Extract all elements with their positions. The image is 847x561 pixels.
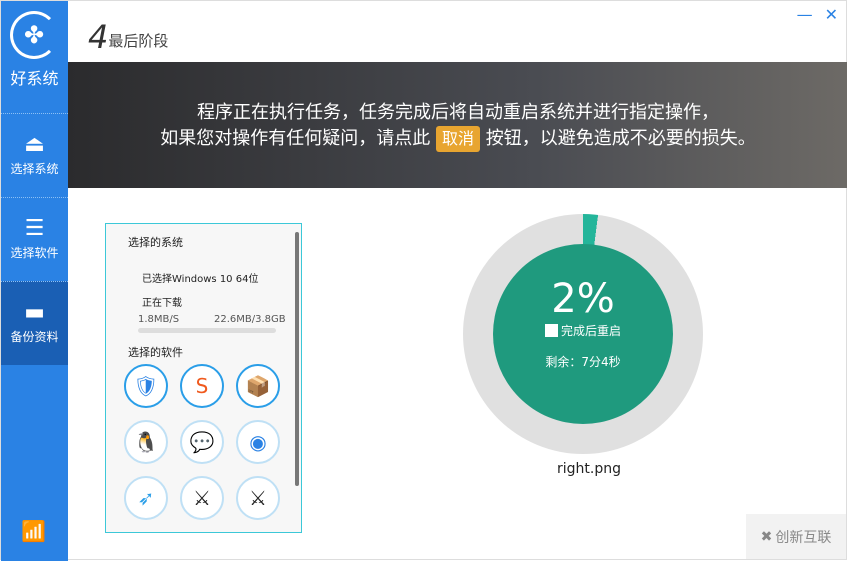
nav-label: 选择系统 (10, 162, 59, 176)
step-number: 4 (88, 18, 109, 56)
watermark: ✖ 创新互联 (746, 514, 846, 559)
wifi-icon[interactable]: 📶 (21, 519, 46, 543)
notice-line1: 程序正在执行任务，任务完成后将自动重启系统并进行指定操作， (197, 102, 719, 123)
checkbox-icon[interactable] (544, 324, 558, 337)
step-title: 最后阶段 (108, 32, 169, 50)
scrollbar[interactable] (295, 232, 299, 486)
qq-app-icon: 🐧 (124, 420, 168, 464)
restart-checkbox[interactable]: 完成后重启 (493, 322, 673, 339)
notice-banner: 程序正在执行任务，任务完成后将自动重启系统并进行指定操作， 如果您对操作有任何疑… (68, 62, 847, 188)
download-size: 22.6MB/3.8GB (214, 314, 286, 325)
watermark-logo-icon: ✖ (760, 528, 773, 545)
sogou-app-icon: S (180, 364, 224, 408)
summary-panel: 选择的系统 已选择Windows 10 64位 正在下载 1.8MB/S 22.… (105, 223, 302, 533)
cancel-button[interactable]: 取消 (435, 126, 480, 152)
software-heading: 选择的软件 (128, 346, 183, 359)
progress-percent: 2% (551, 276, 615, 322)
download-progress-bar (138, 328, 276, 333)
folder-icon: ▬ (24, 300, 45, 325)
minimize-icon[interactable]: — (797, 5, 813, 24)
watermark-text: 创新互联 (775, 529, 832, 546)
sidebar-item-backup[interactable]: ▬ 备份资料 (1, 281, 68, 365)
game2-app-icon: ⚔ (236, 476, 280, 520)
progress-ring: 2% 完成后重启 剩余：7分4秒 (463, 214, 703, 454)
sidebar-item-select-software[interactable]: ☰ 选择软件 (1, 197, 68, 281)
bird-app-icon: ➶ (124, 476, 168, 520)
restart-label: 完成后重启 (560, 324, 621, 338)
close-icon[interactable]: ✕ (825, 5, 838, 24)
image-caption: right.png (557, 461, 621, 477)
time-remaining: 剩余：7分4秒 (545, 355, 621, 369)
menu-icon: ☰ (24, 216, 45, 241)
nav-label: 备份资料 (10, 330, 59, 344)
page-title: 4 最后阶段 (88, 21, 168, 53)
installer-app-icon: 📦 (236, 364, 280, 408)
download-speed: 1.8MB/S (138, 314, 180, 325)
notice-line2a: 如果您对操作有任何疑问，请点此 (160, 128, 431, 149)
selected-system: 已选择Windows 10 64位 (142, 274, 259, 285)
sidebar: ✤ 好系统 ⏏ 选择系统 ☰ 选择软件 ▬ 备份资料 📶 (1, 1, 68, 561)
security-app-icon: 🛡 (124, 364, 168, 408)
system-heading: 选择的系统 (128, 236, 183, 249)
nav-label: 选择软件 (10, 246, 59, 260)
download-status: 正在下载 (142, 298, 182, 309)
drive-icon: ⏏ (24, 132, 45, 157)
browser-app-icon: ◉ (236, 420, 280, 464)
game-app-icon: ⚔ (180, 476, 224, 520)
app-logo-icon: ✤ (10, 11, 58, 59)
notice-line2b: 按钮，以避免造成不必要的损失。 (485, 128, 756, 149)
brand-name: 好系统 (10, 69, 59, 88)
sidebar-item-select-system[interactable]: ⏏ 选择系统 (1, 113, 68, 197)
wechat-app-icon: 💬 (180, 420, 224, 464)
